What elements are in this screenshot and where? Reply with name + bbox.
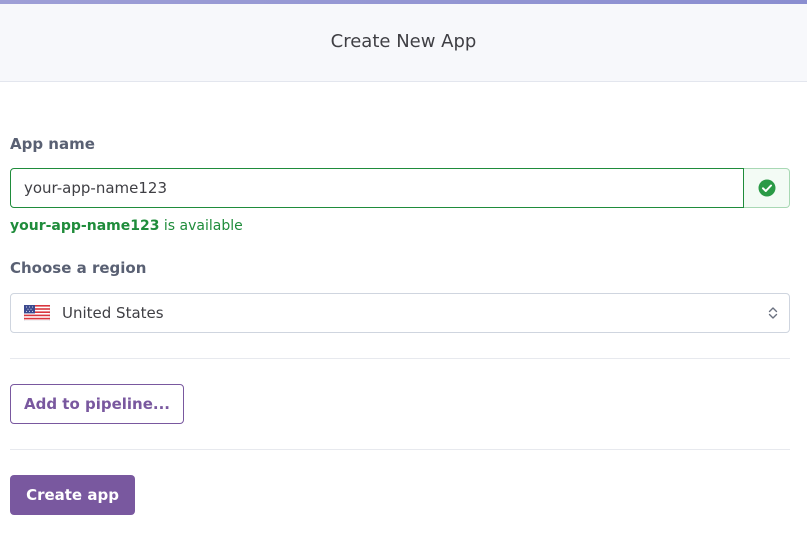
availability-suffix: is available [159,218,243,234]
check-circle-icon [758,179,775,197]
create-app-button[interactable]: Create app [10,475,135,515]
chevron-updown-icon [768,307,778,319]
page-title: Create New App [330,31,477,52]
availability-app-name: your-app-name123 [10,218,160,234]
region-select[interactable]: United States [10,293,790,333]
app-name-label: App name [10,135,95,153]
us-flag-icon [24,305,50,321]
region-selected-value: United States [62,304,164,322]
region-label: Choose a region [10,259,147,277]
divider [10,449,790,450]
availability-message: your-app-name123 is available [10,218,243,234]
app-name-status [744,168,790,208]
app-name-input[interactable] [10,168,744,208]
add-to-pipeline-button[interactable]: Add to pipeline... [10,384,184,424]
page-header: Create New App [0,4,807,82]
divider [10,358,790,359]
app-name-row [10,168,790,208]
